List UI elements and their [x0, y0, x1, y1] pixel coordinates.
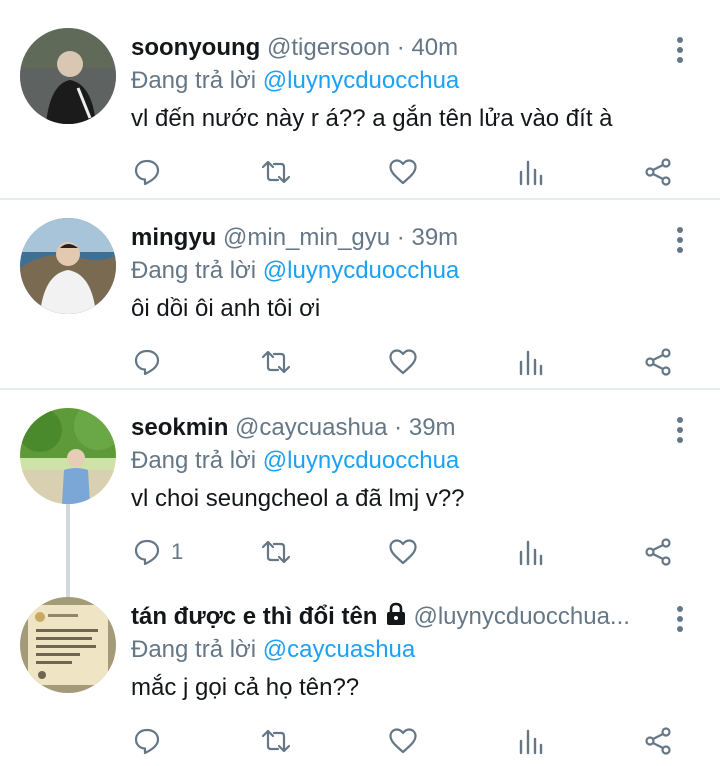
analytics-icon — [519, 540, 543, 566]
divider — [0, 388, 720, 390]
like-button[interactable] — [388, 152, 418, 192]
tweet-actions — [0, 721, 720, 761]
replying-to-label: Đang trả lời — [131, 447, 257, 474]
replying-to: Đang trả lời @luynycduocchua — [131, 254, 459, 288]
avatar[interactable] — [20, 28, 116, 124]
retweet-button[interactable] — [260, 721, 292, 761]
replying-to-label: Đang trả lời — [131, 257, 257, 284]
analytics-button[interactable] — [518, 342, 544, 382]
mention-link[interactable]: @caycuashua — [263, 636, 415, 663]
tweet-text: vl đến nước này r á?? a gắn tên lửa vào … — [131, 105, 613, 132]
retweet-icon — [261, 160, 291, 184]
heart-icon — [389, 159, 417, 185]
share-icon — [645, 158, 671, 186]
avatar[interactable] — [20, 408, 116, 504]
timestamp[interactable]: 39m — [409, 414, 456, 441]
more-vertical-icon[interactable] — [672, 605, 688, 633]
share-button[interactable] — [644, 532, 672, 572]
reply-count: 1 — [171, 539, 184, 564]
avatar[interactable] — [20, 597, 116, 693]
mention-link[interactable]: @luynycduocchua — [263, 67, 459, 94]
replying-to: Đang trả lời @luynycduocchua — [131, 64, 459, 98]
like-button[interactable] — [388, 532, 418, 572]
display-name[interactable]: mingyu — [131, 224, 216, 251]
tweet-header: seokmin @caycuashua · 39m — [131, 408, 456, 448]
share-button[interactable] — [644, 342, 672, 382]
more-vertical-icon[interactable] — [672, 36, 688, 64]
reply-icon — [134, 349, 160, 376]
analytics-icon — [519, 160, 543, 186]
tweet-text: vl choi seungcheol a đã lmj v?? — [131, 485, 465, 512]
tweet-text: ôi dồi ôi anh tôi ơi — [131, 295, 321, 322]
tweet-text: mắc j gọi cả họ tên?? — [131, 674, 360, 701]
tweet-actions: 1 — [0, 532, 720, 572]
reply-icon — [134, 159, 160, 186]
retweet-button[interactable] — [260, 532, 292, 572]
analytics-button[interactable] — [518, 532, 544, 572]
share-button[interactable] — [644, 152, 672, 192]
tweet-header: mingyu @min_min_gyu · 39m — [131, 218, 458, 258]
divider — [0, 198, 720, 200]
heart-icon — [389, 349, 417, 375]
mention-link[interactable]: @luynycduocchua — [263, 257, 459, 284]
username[interactable]: @caycuashua — [235, 414, 387, 441]
separator: · — [394, 414, 403, 441]
more-vertical-icon[interactable] — [672, 226, 688, 254]
retweet-button[interactable] — [260, 152, 292, 192]
replying-to-label: Đang trả lời — [131, 636, 257, 663]
display-name[interactable]: seokmin — [131, 414, 228, 441]
share-button[interactable] — [644, 721, 672, 761]
more-vertical-icon[interactable] — [672, 416, 688, 444]
replying-to: Đang trả lời @luynycduocchua — [131, 444, 459, 478]
like-button[interactable] — [388, 342, 418, 382]
share-icon — [645, 727, 671, 755]
avatar[interactable] — [20, 218, 116, 314]
like-button[interactable] — [388, 721, 418, 761]
replying-to: Đang trả lời @caycuashua — [131, 633, 415, 667]
reply-button[interactable] — [133, 721, 171, 761]
mention-link[interactable]: @luynycduocchua — [263, 447, 459, 474]
heart-icon — [389, 539, 417, 565]
retweet-icon — [261, 540, 291, 564]
separator: · — [396, 224, 405, 251]
display-name[interactable]: tán được e thì đổi tên — [131, 603, 377, 630]
tweet-header: soonyoung @tigersoon · 40m — [131, 28, 458, 68]
heart-icon — [389, 728, 417, 754]
tweet-actions — [0, 152, 720, 192]
retweet-icon — [261, 350, 291, 374]
replying-to-label: Đang trả lời — [131, 67, 257, 94]
tweet-actions — [0, 342, 720, 382]
analytics-button[interactable] — [518, 721, 544, 761]
separator: · — [396, 34, 405, 61]
share-icon — [645, 538, 671, 566]
display-name[interactable]: soonyoung — [131, 34, 260, 61]
analytics-button[interactable] — [518, 152, 544, 192]
timestamp[interactable]: 40m — [411, 34, 458, 61]
reply-button[interactable] — [133, 152, 171, 192]
lock-icon — [387, 602, 406, 625]
retweet-icon — [261, 729, 291, 753]
analytics-icon — [519, 350, 543, 376]
username[interactable]: @tigersoon — [267, 34, 390, 61]
retweet-button[interactable] — [260, 342, 292, 382]
reply-button[interactable] — [133, 342, 171, 382]
username[interactable]: @min_min_gyu — [223, 224, 390, 251]
analytics-icon — [519, 729, 543, 755]
reply-button[interactable]: 1 — [133, 532, 183, 572]
timestamp[interactable]: 39m — [411, 224, 458, 251]
share-icon — [645, 348, 671, 376]
reply-icon — [134, 539, 160, 566]
reply-icon — [134, 728, 160, 755]
username[interactable]: @luynycduocchua... — [413, 603, 629, 630]
tweet-header: tán được e thì đổi tên @luynycduocchua... — [131, 597, 630, 637]
